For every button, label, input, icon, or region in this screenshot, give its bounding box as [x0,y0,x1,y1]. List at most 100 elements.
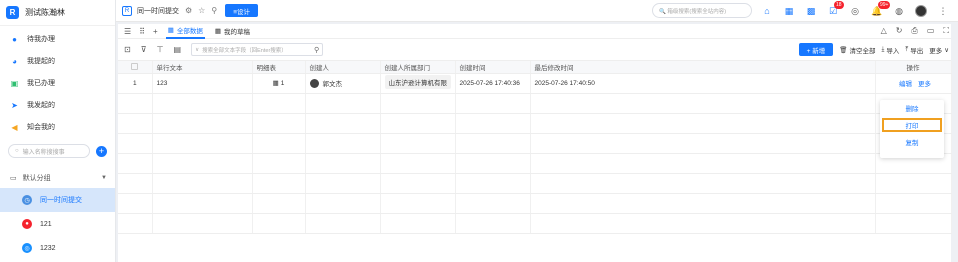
column-header[interactable]: 单行文本 [152,61,253,74]
export-button[interactable]: ⤒ 导出 [905,45,923,55]
notify-badge: 18 [834,1,844,9]
add-form-button[interactable]: + [96,145,107,157]
apps-icon[interactable]: ▩ [800,2,822,20]
chevron-down-icon: ∨ [944,46,949,54]
chevron-down-icon: ∨ [195,46,200,53]
tab-drafts[interactable]: ▦ 我的草稿 [213,24,252,39]
form-item-1232[interactable]: ◎ 1232 [0,236,115,260]
table-icon: ▦ [214,28,222,35]
settings-icon[interactable]: ◎ [844,2,866,20]
more-link[interactable]: 更多 [918,78,931,88]
import-button[interactable]: ⤓ 导入 [881,45,899,55]
plus-icon[interactable]: + [153,27,158,36]
cell-detail[interactable]: ▦ 1 [252,73,306,94]
cell-dept: 山东沪逊计算机有限 [380,73,456,94]
sidebar-item-label: 我提起的 [27,58,55,65]
help-icon[interactable]: ◍ [888,2,910,20]
empty-row [118,133,952,154]
header-checkbox[interactable] [118,61,153,74]
drag-icon[interactable]: ⠿ [139,27,145,36]
sort-icon[interactable]: ⊤ [157,45,164,54]
search-icon[interactable]: ⚲ [314,46,319,54]
sidebar-item-label: 我发起的 [27,102,55,109]
avatar [309,78,319,88]
table-toolbar: ⊡ ⊽ ⊤ ▤ ∨ 搜索全部文本字段（回Enter搜索） ⚲ + 新增 🗑 清空全… [118,26,951,61]
search-icon: ○ [15,148,19,154]
sidebar-item-done[interactable]: ▣ 我已办理 [0,72,115,94]
more-vert-icon[interactable]: ⋮ [932,2,954,20]
star-icon[interactable]: ☆ [198,6,205,15]
edit-link[interactable]: 编辑 [899,78,912,88]
form-icon: ● [22,219,32,229]
form-icon: ◎ [22,243,32,253]
topbar: R 同一时间提交 ⚙ ☆ ⚲ ≡设计 🔍 箱级搜索(搜索全站内容) ⌂ ▦ ▩ … [116,0,958,22]
fullscreen-icon[interactable]: ⛶ [943,26,949,36]
bell-icon[interactable]: 🔔 99+ [866,1,891,20]
sidebar-item-todo[interactable]: ● 待我办理 [0,28,115,50]
delete-menu-item[interactable]: 删除 [880,100,944,116]
empty-row [118,213,952,234]
sidebar-item-submitted[interactable]: ◕ 我提起的 [0,50,115,72]
form-title: R 同一时间提交 [116,5,179,16]
checkbox[interactable] [131,63,139,71]
empty-row [118,93,952,114]
empty-row [118,173,952,194]
sidebar-item-label: 知会我的 [27,124,55,131]
app-logo: R [6,6,19,19]
folder-icon: ▭ [10,175,17,182]
copy-menu-item[interactable]: 复制 [880,134,944,150]
clear-all-button[interactable]: 🗑 清空全部 [839,45,875,55]
form-item-121[interactable]: ● 121 [0,212,115,236]
column-header[interactable]: 最后修改时间 [530,61,876,74]
empty-row [118,113,952,134]
global-search-input[interactable]: 🔍 箱级搜索(搜索全站内容) [652,3,752,18]
columns-icon[interactable]: ▤ [174,45,182,54]
form-search-row: ○ 输入名称搜搜事 + [0,142,115,160]
form-item-active[interactable]: ◷ 同一时间提交 [0,188,115,212]
filter-icon[interactable]: ⊽ [141,45,147,54]
avatar [915,5,927,17]
user-avatar[interactable] [910,2,932,20]
link-icon[interactable]: ⚲ [211,6,217,15]
contacts-icon[interactable]: ▦ [778,2,800,20]
data-icon[interactable]: ▭ [927,26,935,36]
form-search-input[interactable]: ○ 输入名称搜搜事 [8,144,90,158]
cell-created: 2025-07-26 17:40:36 [455,73,531,94]
group-default[interactable]: ▭ 默认分组 ▼ [0,168,115,188]
share-icon[interactable]: △ [881,26,887,36]
gear-icon[interactable]: ⚙ [185,6,192,15]
new-button[interactable]: + 新增 [798,43,834,56]
column-header: 操作 [875,61,952,74]
data-table: 单行文本 明细表 创建人 创建人所属部门 创建时间 最后修改时间 操作 1 12… [118,61,952,234]
sidebar-item-cc[interactable]: ◀ 知会我的 [0,116,115,138]
column-header[interactable]: 创建人 [305,61,381,74]
more-button[interactable]: 更多 ∨ [929,45,949,55]
print-menu-item[interactable]: 打印 [882,118,942,132]
doc-check-icon: ▣ [10,78,19,88]
tab-all-data[interactable]: ▦ 全部数据 [165,24,205,39]
home-icon[interactable]: ⌂ [756,2,778,20]
cell-text: 123 [152,73,253,94]
refresh-icon[interactable]: ↻ [896,26,903,36]
view-tabbar: ☰ ⠿ + ▦ 全部数据 ▦ 我的草稿 [118,24,951,39]
table-row[interactable]: 1 123 ▦ 1 郭文杰 山东沪逊计算机有限 2025-07-26 17:40:… [118,73,952,94]
cell-modified: 2025-07-26 17:40:50 [530,73,876,94]
empty-row [118,153,952,174]
org-name: 测试陈瀚林 [25,8,65,17]
org-header[interactable]: R 测试陈瀚林 [0,0,115,26]
list-icon[interactable]: ☰ [124,27,131,36]
column-header[interactable]: 创建时间 [455,61,531,74]
design-button[interactable]: ≡设计 [225,4,258,17]
form-icon: R [122,5,132,16]
sidebar-item-initiated[interactable]: ➤ 我发起的 [0,94,115,116]
view-icon[interactable]: ⊡ [124,45,131,54]
table-search-input[interactable]: ∨ 搜索全部文本字段（回Enter搜索） ⚲ [191,43,324,56]
column-header[interactable]: 明细表 [252,61,306,74]
column-header[interactable]: 创建人所属部门 [380,61,456,74]
caret-down-icon: ▼ [101,175,107,181]
todo-icon[interactable]: ☑ 18 [822,1,844,20]
print-icon[interactable]: ⎙ [911,26,917,36]
trash-icon: 🗑 [839,46,848,54]
toolbar-actions: + 新增 🗑 清空全部 ⤓ 导入 ⤒ 导出 更多 ∨ [798,43,949,56]
person-icon: ● [12,34,17,44]
